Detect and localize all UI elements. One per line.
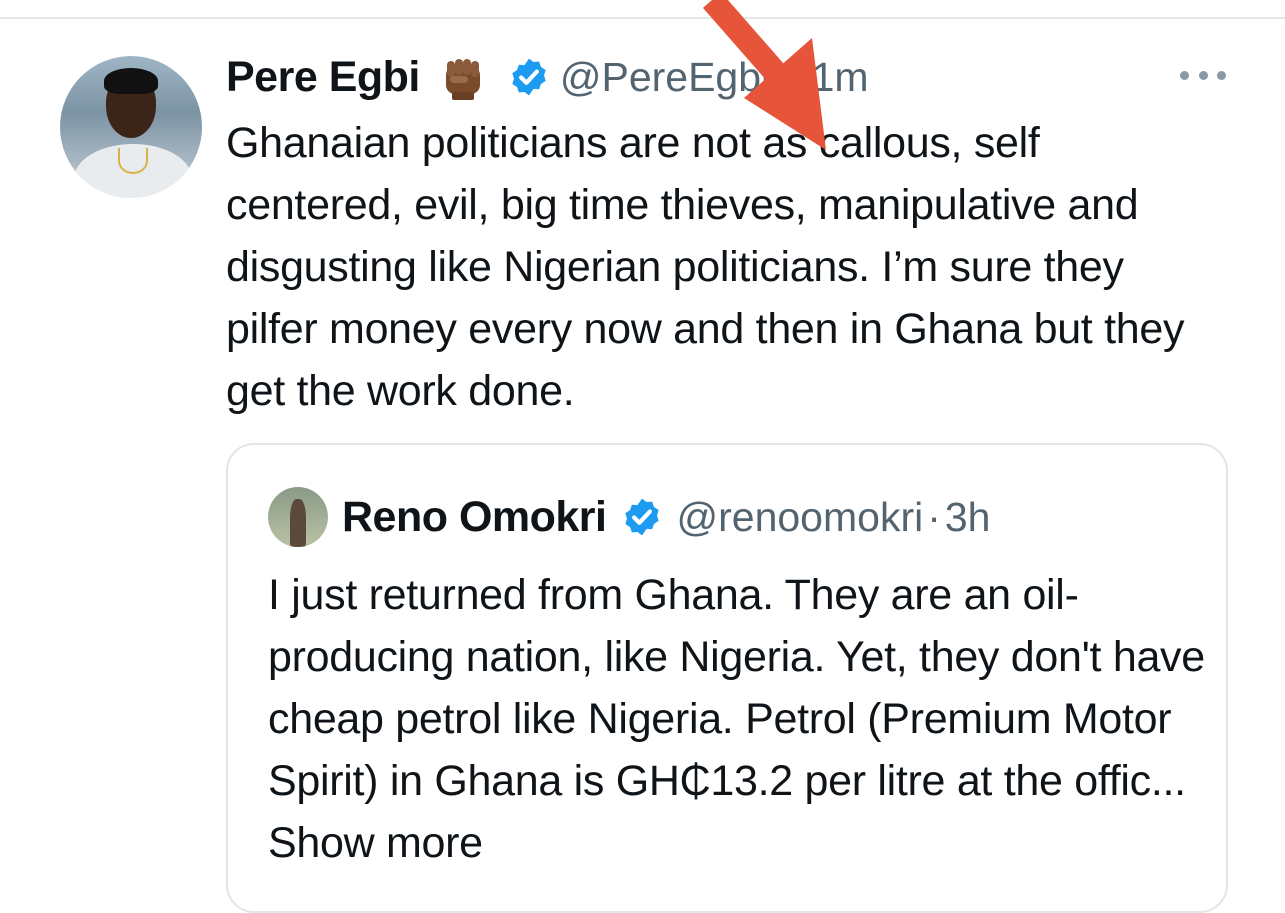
show-more-link[interactable]: Show more	[268, 819, 483, 867]
more-options-icon[interactable]	[1180, 62, 1226, 88]
top-divider	[0, 17, 1285, 19]
verified-badge-icon[interactable]	[508, 56, 550, 98]
quoted-tweet-timestamp[interactable]: 3h	[945, 494, 991, 541]
raised-fist-icon	[438, 52, 488, 102]
author-handle[interactable]: @PereEgbi	[560, 54, 770, 101]
tweet-text: Ghanaian politicians are not as callous,…	[226, 119, 1185, 415]
author-avatar[interactable]	[60, 56, 202, 198]
quoted-tweet-card[interactable]: Reno Omokri @renoomokri · 3h I just retu…	[226, 443, 1228, 913]
verified-badge-icon[interactable]	[621, 496, 663, 538]
author-name[interactable]: Pere Egbi	[226, 53, 420, 102]
quoted-author-name[interactable]: Reno Omokri	[342, 493, 607, 542]
separator-dot: ·	[927, 493, 941, 540]
quoted-tweet-text: I just returned from Ghana. They are an …	[268, 564, 1218, 874]
quoted-author-handle[interactable]: @renoomokri	[677, 494, 924, 541]
tweet-timestamp[interactable]: 11m	[792, 54, 869, 101]
quoted-tweet-header: Reno Omokri @renoomokri · 3h	[342, 489, 990, 545]
separator-dot: ·	[774, 53, 788, 100]
quoted-tweet-body: I just returned from Ghana. They are an …	[268, 571, 1205, 805]
tweet-header: Pere Egbi @PereEgbi · 11m	[226, 50, 869, 104]
quoted-author-avatar[interactable]	[268, 487, 328, 547]
